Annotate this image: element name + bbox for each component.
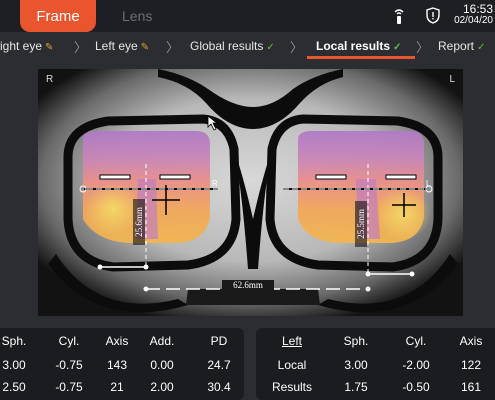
prescription-table-right: Sph. Cyl. Axis Add. PD 3.00 -0.75 143 0.…	[0, 328, 244, 400]
pencil-icon: ✎	[45, 42, 54, 53]
check-icon: ✓	[477, 42, 486, 53]
crumb-right-eye[interactable]: ight eye ✎	[0, 39, 53, 53]
check-icon: ✓	[393, 42, 402, 53]
top-bar: Frame Lens 16:53 02/04/20	[0, 0, 495, 32]
column-header: Axis	[105, 334, 129, 348]
column-header: Add.	[149, 334, 175, 348]
crumb-local-results[interactable]: Local results ✓	[316, 39, 401, 53]
tab-lens[interactable]: Lens	[122, 8, 152, 24]
crumb-right-eye-label: ight eye	[0, 39, 43, 53]
crumb-global-results-label: Global results	[190, 39, 264, 53]
crumb-global-results[interactable]: Global results ✓	[190, 39, 275, 53]
active-tab-indicator	[307, 56, 415, 59]
table-cell: -0.75	[55, 358, 83, 372]
column-header: PD	[210, 334, 228, 348]
pd-total-label: 62.6mm	[233, 280, 263, 290]
crumb-left-eye-label: Left eye	[95, 39, 138, 53]
table-cell: 2.00	[150, 380, 174, 394]
table-cell: 24.7	[207, 358, 231, 372]
pencil-icon: ✎	[140, 42, 150, 53]
height-right-label: 25.6mm	[134, 207, 144, 237]
table-cell: 143	[106, 358, 128, 372]
table-cell: 1.75	[344, 380, 368, 394]
table-cell: 3.00	[2, 358, 26, 372]
tab-frame[interactable]: Frame	[20, 0, 96, 32]
column-header: Cyl.	[405, 334, 427, 348]
row-label: Local	[277, 358, 307, 372]
clock-date: 02/04/20	[454, 15, 493, 26]
chevron-right-icon: 〉	[290, 40, 304, 55]
check-icon: ✓	[266, 42, 275, 53]
clock-time: 16:53	[462, 2, 493, 16]
table-cell: 161	[460, 380, 482, 394]
lens-label-l: L	[426, 179, 431, 188]
corner-label-r: R	[46, 74, 54, 85]
prescription-table-left: Left Sph. Cyl. Axis Local 3.00 -2.00 122…	[256, 328, 495, 400]
row-label: Results	[271, 380, 312, 394]
crumb-report[interactable]: Report ✓	[438, 39, 485, 53]
crumb-left-eye[interactable]: Left eye ✎	[95, 39, 149, 53]
column-header: Cyl.	[58, 334, 80, 348]
chevron-right-icon: 〉	[416, 40, 430, 55]
frame-viewer[interactable]: R L 62.6mm 25.6mm 25.5mm R L	[38, 69, 463, 316]
crumb-report-label: Report	[438, 39, 475, 53]
chevron-right-icon: 〉	[166, 40, 180, 55]
table-title-left[interactable]: Left	[266, 334, 318, 348]
tab-lens-label: Lens	[122, 8, 153, 24]
table-cell: 122	[460, 358, 482, 372]
table-cell: 30.4	[207, 380, 231, 394]
column-header: Sph.	[343, 334, 369, 348]
shield-icon[interactable]	[426, 7, 440, 24]
corner-label-l: L	[449, 74, 455, 85]
frame-measurement-image: R L 62.6mm 25.6mm 25.5mm	[38, 69, 463, 316]
lens-label-r: R	[212, 179, 218, 188]
table-cell: 2.50	[2, 380, 26, 394]
table-cell: -0.50	[402, 380, 430, 394]
tab-frame-label: Frame	[36, 7, 80, 25]
height-left-label: 25.5mm	[356, 209, 366, 239]
column-header: Sph.	[1, 334, 27, 348]
breadcrumb: ight eye ✎ 〉 Left eye ✎ 〉 Global results ✓ …	[0, 33, 495, 59]
table-cell: -2.00	[402, 358, 430, 372]
table-cell: -0.75	[55, 380, 83, 394]
table-cell: 0.00	[150, 358, 174, 372]
table-cell: 21	[110, 380, 124, 394]
remote-icon[interactable]	[392, 8, 406, 24]
column-header: Axis	[459, 334, 483, 348]
clock: 16:53 02/04/20	[454, 3, 493, 27]
crumb-local-results-label: Local results	[316, 39, 391, 53]
table-cell: 3.00	[344, 358, 368, 372]
chevron-right-icon: 〉	[74, 40, 88, 55]
